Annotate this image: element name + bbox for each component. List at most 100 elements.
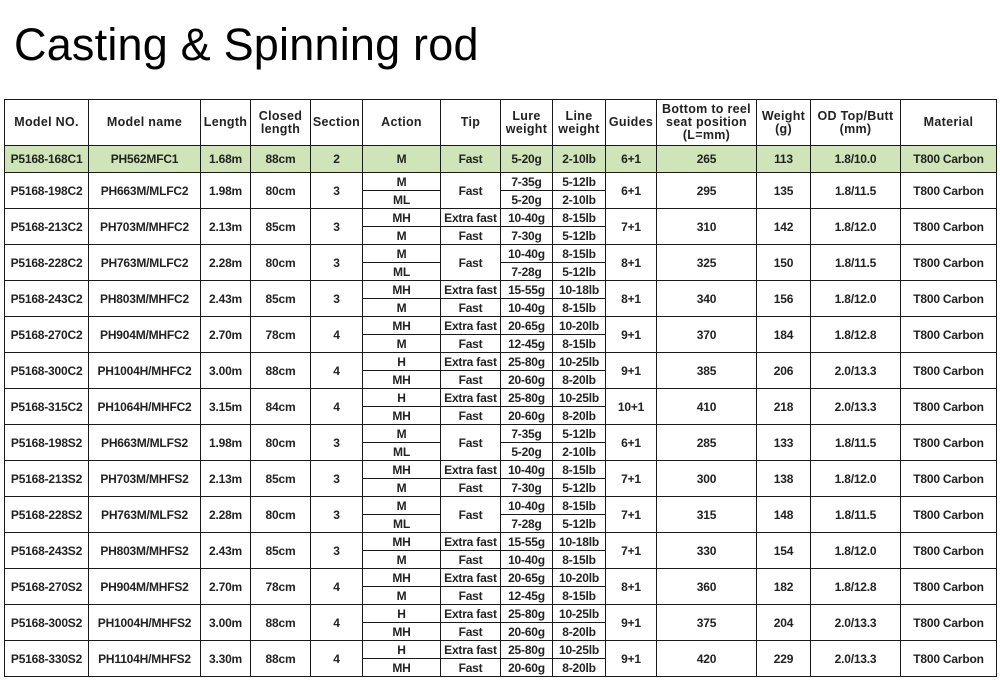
header-section: Section bbox=[310, 99, 363, 146]
cell-model-name: PH1004H/MHFC2 bbox=[88, 352, 201, 389]
cell-od: 1.8/12.8 bbox=[810, 568, 901, 605]
cell-line-weight: 8-15lb bbox=[552, 208, 606, 227]
cell-od: 1.8/10.0 bbox=[810, 145, 901, 173]
cell-tip: Fast bbox=[440, 244, 501, 281]
cell-line-weight: 8-15lb bbox=[552, 244, 606, 263]
cell-lure-weight: 15-55g bbox=[500, 280, 553, 299]
cell-line-weight: 10-25lb bbox=[552, 352, 606, 371]
cell-weight: 138 bbox=[756, 460, 811, 497]
cell-line-weight: 8-20lb bbox=[552, 658, 606, 677]
cell-lure-weight: 20-60g bbox=[500, 622, 553, 641]
cell-reel-seat: 265 bbox=[656, 145, 757, 173]
cell-tip: Fast bbox=[440, 298, 501, 317]
cell-model-no: P5168-315C2 bbox=[4, 388, 89, 425]
cell-lure-weight: 5-20g bbox=[500, 442, 553, 461]
cell-line-weight: 8-15lb bbox=[552, 460, 606, 479]
cell-action: MH bbox=[362, 460, 441, 479]
cell-model-name: PH703M/MHFS2 bbox=[88, 460, 201, 497]
cell-model-name: PH703M/MHFC2 bbox=[88, 208, 201, 245]
cell-line-weight: 10-18lb bbox=[552, 532, 606, 551]
cell-guides: 8+1 bbox=[605, 280, 657, 317]
cell-weight: 135 bbox=[756, 172, 811, 209]
cell-material: T800 Carbon bbox=[900, 280, 997, 317]
cell-length: 3.30m bbox=[200, 640, 251, 677]
cell-length: 1.68m bbox=[200, 145, 251, 173]
cell-guides: 7+1 bbox=[605, 208, 657, 245]
cell-action: MH bbox=[362, 568, 441, 587]
header-row: Model NO. Model name Length Closed length Se… bbox=[4, 99, 997, 146]
cell-section: 3 bbox=[310, 172, 363, 209]
cell-model-no: P5168-213S2 bbox=[4, 460, 89, 497]
cell-tip: Extra fast bbox=[440, 280, 501, 299]
cell-closed-length: 85cm bbox=[250, 280, 311, 317]
cell-closed-length: 84cm bbox=[250, 388, 311, 425]
cell-section: 4 bbox=[310, 388, 363, 425]
cell-length: 1.98m bbox=[200, 172, 251, 209]
cell-line-weight: 8-15lb bbox=[552, 334, 606, 353]
cell-weight: 204 bbox=[756, 604, 811, 641]
cell-reel-seat: 295 bbox=[656, 172, 757, 209]
header-action: Action bbox=[362, 99, 441, 146]
cell-closed-length: 85cm bbox=[250, 208, 311, 245]
table-row: P5168-315C2 PH1064H/MHFC2 3.15m 84cm 4 H Extra… bbox=[4, 388, 997, 425]
cell-section: 3 bbox=[310, 244, 363, 281]
cell-lure-weight: 5-20g bbox=[500, 190, 553, 209]
cell-line-weight: 8-15lb bbox=[552, 496, 606, 515]
cell-line-weight: 2-10lb bbox=[552, 190, 606, 209]
cell-section: 4 bbox=[310, 640, 363, 677]
cell-od: 1.8/11.5 bbox=[810, 244, 901, 281]
cell-line-weight: 10-18lb bbox=[552, 280, 606, 299]
cell-action: H bbox=[362, 640, 441, 659]
cell-model-name: PH803M/MHFS2 bbox=[88, 532, 201, 569]
cell-lure-weight: 7-35g bbox=[500, 424, 553, 443]
cell-guides: 6+1 bbox=[605, 424, 657, 461]
cell-tip: Fast bbox=[440, 424, 501, 461]
cell-reel-seat: 360 bbox=[656, 568, 757, 605]
cell-lure-weight: 20-65g bbox=[500, 316, 553, 335]
cell-action: M bbox=[362, 478, 441, 497]
cell-reel-seat: 340 bbox=[656, 280, 757, 317]
cell-closed-length: 88cm bbox=[250, 640, 311, 677]
cell-tip: Fast bbox=[440, 226, 501, 245]
cell-lure-weight: 7-30g bbox=[500, 226, 553, 245]
cell-lure-weight: 5-20g bbox=[500, 145, 553, 173]
cell-od: 1.8/12.0 bbox=[810, 532, 901, 569]
cell-section: 4 bbox=[310, 604, 363, 641]
cell-action: H bbox=[362, 604, 441, 623]
cell-model-name: PH663M/MLFS2 bbox=[88, 424, 201, 461]
header-reel-seat-position: Bottom to reel seat position (L=mm) bbox=[656, 99, 757, 146]
cell-lure-weight: 10-40g bbox=[500, 460, 553, 479]
cell-tip: Extra fast bbox=[440, 568, 501, 587]
cell-tip: Extra fast bbox=[440, 208, 501, 227]
cell-action: M bbox=[362, 172, 441, 191]
cell-model-no: P5168-213C2 bbox=[4, 208, 89, 245]
header-guides: Guides bbox=[605, 99, 657, 146]
cell-tip: Extra fast bbox=[440, 460, 501, 479]
cell-line-weight: 5-12lb bbox=[552, 172, 606, 191]
cell-tip: Fast bbox=[440, 622, 501, 641]
header-closed-length: Closed length bbox=[250, 99, 311, 146]
cell-lure-weight: 25-80g bbox=[500, 640, 553, 659]
cell-action: MH bbox=[362, 208, 441, 227]
cell-action: M bbox=[362, 496, 441, 515]
cell-reel-seat: 375 bbox=[656, 604, 757, 641]
cell-model-no: P5168-168C1 bbox=[4, 145, 89, 173]
cell-lure-weight: 25-80g bbox=[500, 352, 553, 371]
cell-tip: Extra fast bbox=[440, 640, 501, 659]
header-line-weight: Line weight bbox=[552, 99, 606, 146]
rod-spec-table: Model NO. Model name Length Closed length Se… bbox=[4, 99, 997, 677]
cell-reel-seat: 285 bbox=[656, 424, 757, 461]
cell-od: 2.0/13.3 bbox=[810, 388, 901, 425]
cell-model-name: PH663M/MLFC2 bbox=[88, 172, 201, 209]
cell-od: 1.8/12.0 bbox=[810, 280, 901, 317]
cell-lure-weight: 12-45g bbox=[500, 586, 553, 605]
cell-model-name: PH904M/MHFS2 bbox=[88, 568, 201, 605]
cell-length: 2.28m bbox=[200, 244, 251, 281]
cell-lure-weight: 10-40g bbox=[500, 208, 553, 227]
cell-line-weight: 5-12lb bbox=[552, 226, 606, 245]
cell-model-name: PH763M/MLFS2 bbox=[88, 496, 201, 533]
cell-line-weight: 8-15lb bbox=[552, 298, 606, 317]
cell-action: ML bbox=[362, 262, 441, 281]
cell-length: 3.00m bbox=[200, 604, 251, 641]
cell-material: T800 Carbon bbox=[900, 145, 997, 173]
